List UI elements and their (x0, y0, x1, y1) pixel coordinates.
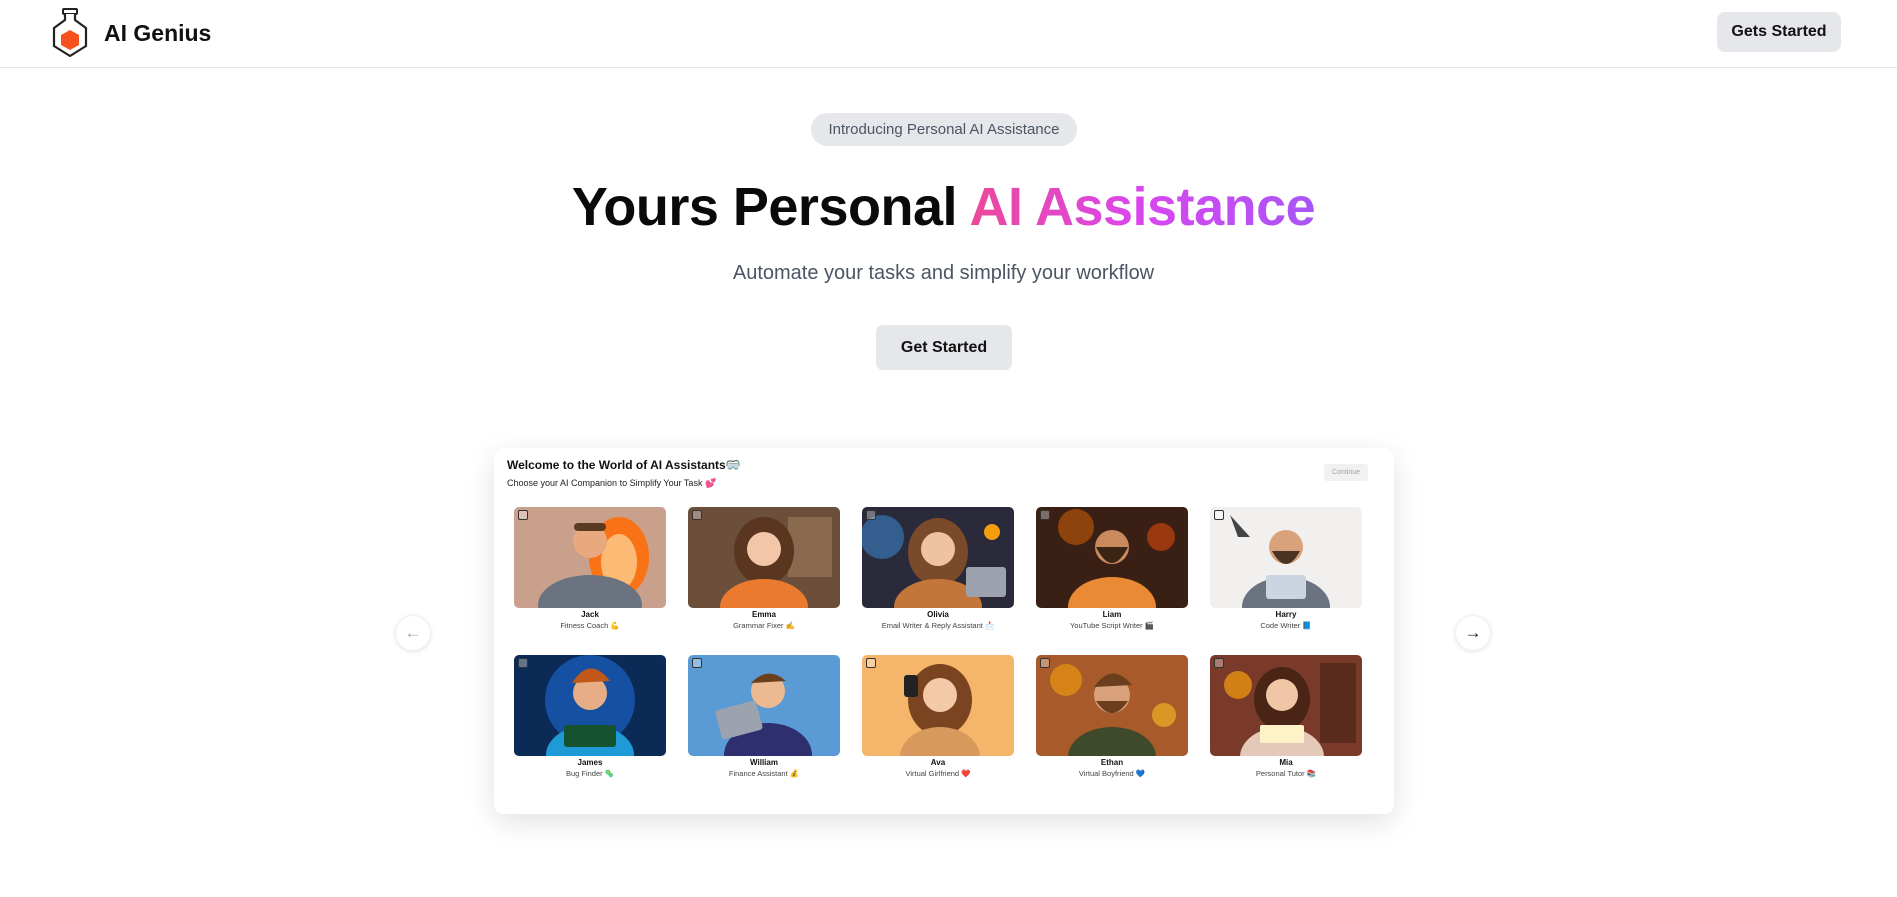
assistant-avatar-image (514, 507, 666, 608)
hero-title-highlight: AI Assistance (969, 177, 1316, 237)
brand[interactable]: AI Genius (50, 8, 211, 58)
assistant-card-william[interactable]: William Finance Assistant 💰 (688, 655, 840, 778)
assistant-avatar-image (1036, 507, 1188, 608)
assistant-avatar-image (862, 655, 1014, 756)
assistant-selection-panel: Welcome to the World of AI Assistants🥽 C… (494, 448, 1394, 814)
code-writer-avatar (1210, 507, 1362, 608)
assistant-role: Code Writer 📘 (1260, 621, 1312, 630)
assistant-name: Liam (1102, 610, 1122, 619)
assistant-role: Personal Tutor 📚 (1255, 769, 1317, 778)
select-checkbox[interactable] (518, 658, 528, 668)
assistant-avatar-image (1036, 655, 1188, 756)
assistant-avatar-image (514, 655, 666, 756)
grammar-fixer-avatar (688, 507, 840, 608)
carousel-prev-button[interactable]: ← (395, 615, 431, 651)
assistant-card-james[interactable]: James Bug Finder 🦠 (514, 655, 666, 778)
assistant-name: William (750, 758, 778, 767)
assistant-card-jack[interactable]: Jack Fitness Coach 💪 (514, 507, 666, 630)
assistant-role: Virtual Boyfriend 💙 (1078, 769, 1146, 778)
carousel-next-button[interactable]: → (1455, 615, 1491, 651)
assistant-role: Finance Assistant 💰 (728, 769, 800, 778)
select-checkbox[interactable] (1214, 658, 1224, 668)
bug-finder-avatar (514, 655, 666, 756)
email-writer-avatar (862, 507, 1014, 608)
finance-assistant-avatar (688, 655, 840, 756)
intro-badge: Introducing Personal AI Assistance (811, 113, 1077, 146)
assistant-role: Bug Finder 🦠 (565, 769, 615, 778)
assistant-name: Harry (1275, 610, 1297, 619)
assistant-name: Jack (581, 610, 599, 619)
assistant-name: Ethan (1100, 758, 1124, 767)
fitness-coach-avatar (514, 507, 666, 608)
assistant-card-liam[interactable]: Liam YouTube Script Writer 🎬 (1036, 507, 1188, 630)
assistant-role: Email Writer & Reply Assistant 📩 (881, 621, 995, 630)
assistant-avatar-image (688, 507, 840, 608)
top-navigation-bar: AI Genius Gets Started (0, 0, 1897, 68)
assistant-avatar-image (688, 655, 840, 756)
panel-title: Welcome to the World of AI Assistants🥽 (507, 458, 741, 472)
assistant-role: Grammar Fixer ✍️ (733, 621, 795, 630)
assistant-role: YouTube Script Writer 🎬 (1069, 621, 1155, 630)
assistant-card-ava[interactable]: Ava Virtual Girlfriend ❤️ (862, 655, 1014, 778)
assistant-card-ethan[interactable]: Ethan Virtual Boyfriend 💙 (1036, 655, 1188, 778)
assistant-avatar-image (862, 507, 1014, 608)
hero-title: Yours Personal AI Assistance (0, 176, 1887, 238)
assistant-card-harry[interactable]: Harry Code Writer 📘 (1210, 507, 1362, 630)
assistant-role: Fitness Coach 💪 (560, 621, 620, 630)
select-checkbox[interactable] (518, 510, 528, 520)
assistant-name: James (577, 758, 603, 767)
hero-title-plain: Yours Personal (571, 177, 970, 237)
hero-subtitle: Automate your tasks and simplify your wo… (732, 262, 1155, 284)
brand-name: AI Genius (104, 19, 212, 46)
virtual-boyfriend-avatar (1036, 655, 1188, 756)
panel-subtitle: Choose your AI Companion to Simplify You… (507, 478, 717, 488)
virtual-girlfriend-avatar (862, 655, 1014, 756)
select-checkbox[interactable] (866, 658, 876, 668)
assistant-role: Virtual Girlfriend ❤️ (905, 769, 971, 778)
get-started-button[interactable]: Get Started (876, 325, 1012, 370)
personal-tutor-avatar (1210, 655, 1362, 756)
assistant-name: Emma (751, 610, 776, 619)
assistant-card-emma[interactable]: Emma Grammar Fixer ✍️ (688, 507, 840, 630)
flask-hexagon-logo (52, 8, 88, 58)
continue-button[interactable]: Continue (1324, 464, 1368, 481)
select-checkbox[interactable] (1214, 510, 1224, 520)
assistant-name: Mia (1279, 758, 1293, 767)
select-checkbox[interactable] (866, 510, 876, 520)
select-checkbox[interactable] (1040, 658, 1050, 668)
select-checkbox[interactable] (1040, 510, 1050, 520)
youtube-script-writer-avatar (1036, 507, 1188, 608)
select-checkbox[interactable] (692, 658, 702, 668)
assistant-name: Ava (930, 758, 946, 767)
assistant-name: Olivia (927, 610, 949, 619)
assistant-avatar-image (1210, 655, 1362, 756)
arrow-right-icon: → (1464, 623, 1482, 642)
select-checkbox[interactable] (692, 510, 702, 520)
arrow-left-icon: ← (404, 623, 422, 642)
gets-started-button[interactable]: Gets Started (1717, 12, 1841, 52)
assistant-avatar-image (1210, 507, 1362, 608)
assistant-card-mia[interactable]: Mia Personal Tutor 📚 (1210, 655, 1362, 778)
assistant-card-olivia[interactable]: Olivia Email Writer & Reply Assistant 📩 (862, 507, 1014, 630)
